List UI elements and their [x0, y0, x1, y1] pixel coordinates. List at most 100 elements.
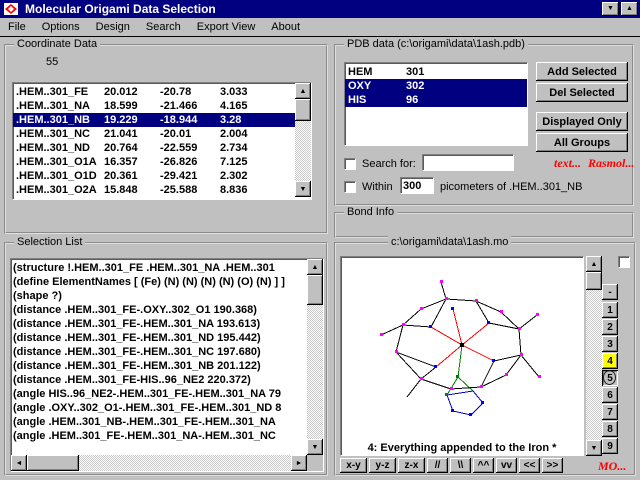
frame-button-9[interactable]: 9: [602, 438, 618, 454]
scroll-thumb[interactable]: [295, 99, 311, 121]
selection-line[interactable]: (structure !.HEM..301_FE .HEM..301_NA .H…: [11, 261, 307, 275]
selection-h-scrollbar[interactable]: ◄ ►: [11, 455, 307, 471]
within-distance-input[interactable]: [400, 177, 434, 194]
title-bar[interactable]: Molecular Origami Data Selection ▼ ▲: [0, 0, 640, 18]
view-yz-button[interactable]: y-z: [369, 458, 396, 473]
app-icon[interactable]: [3, 2, 19, 16]
frame-button-minus[interactable]: -: [602, 284, 618, 300]
circle-mark-icon: [603, 370, 616, 385]
pdb-row-selected[interactable]: OXY302: [345, 79, 527, 93]
coordinate-row[interactable]: .HEM..301_NC21.041-20.012.004: [13, 127, 311, 141]
selection-line[interactable]: (distance .HEM..301_FE-.HEM..301_NB 201.…: [11, 359, 307, 373]
selection-line[interactable]: (distance .HEM..301_FE-HIS..96_NE2 220.3…: [11, 373, 307, 387]
frame-button-6[interactable]: 6: [602, 387, 618, 403]
selection-line[interactable]: (distance .HEM..301_FE-.HEM..301_ND 195.…: [11, 331, 307, 345]
selection-line[interactable]: (angle .HEM..301_NB-.HEM..301_FE-.HEM..3…: [11, 415, 307, 429]
coordinate-row[interactable]: .HEM..301_O1D20.361-29.4212.302: [13, 169, 311, 183]
menu-export-view[interactable]: Export View: [189, 19, 264, 35]
coordinate-row-selected[interactable]: .HEM..301_NB19.229-18.9443.28: [13, 113, 311, 127]
all-groups-button[interactable]: All Groups: [536, 133, 628, 152]
selection-line[interactable]: (distance .HEM..301_FE-.OXY..302_O1 190.…: [11, 303, 307, 317]
scroll-thumb[interactable]: [586, 272, 602, 290]
view-xy-button[interactable]: x-y: [340, 458, 367, 473]
scroll-up-icon[interactable]: ▲: [307, 259, 323, 275]
text-link[interactable]: text...: [554, 156, 581, 171]
scroll-down-icon[interactable]: ▼: [295, 181, 311, 197]
minimize-icon[interactable]: ▼: [602, 2, 619, 16]
coordinate-scrollbar[interactable]: ▲ ▼: [295, 83, 311, 197]
within-label: Within: [362, 181, 393, 193]
scrollbar-corner: [307, 455, 323, 471]
selection-line[interactable]: (angle .OXY..302_O1-.HEM..301_FE-.HEM..3…: [11, 401, 307, 415]
menu-file[interactable]: File: [0, 19, 34, 35]
bond-info-group: Bond Info: [334, 212, 634, 238]
bond-info-title: Bond Info: [344, 206, 397, 218]
coordinate-row[interactable]: .HEM..301_O2A15.848-25.5888.836: [13, 183, 311, 197]
coordinate-data-group: Coordinate Data 55 .HEM..301_FE20.012-20…: [4, 44, 328, 234]
search-input[interactable]: [422, 154, 514, 171]
selection-line[interactable]: (distance .HEM..301_FE-.HEM..301_NA 193.…: [11, 317, 307, 331]
scroll-down-icon[interactable]: ▼: [307, 439, 323, 455]
scroll-left-icon[interactable]: ◄: [11, 455, 27, 471]
search-for-checkbox[interactable]: [344, 158, 356, 170]
coordinate-listbox[interactable]: .HEM..301_FE20.012-20.783.033 .HEM..301_…: [12, 82, 312, 200]
scroll-up-icon[interactable]: ▲: [586, 256, 602, 272]
frame-button-5-circled[interactable]: 5: [602, 370, 618, 386]
view-zx-button[interactable]: z-x: [398, 458, 425, 473]
menu-search[interactable]: Search: [138, 19, 189, 35]
viewer-scrollbar[interactable]: ▲ ▼: [586, 256, 602, 456]
coordinate-count: 55: [46, 56, 58, 68]
coordinate-row[interactable]: .HEM..301_NA18.599-21.4664.165: [13, 99, 311, 113]
selection-lines[interactable]: (structure !.HEM..301_FE .HEM..301_NA .H…: [11, 261, 307, 455]
add-selected-button[interactable]: Add Selected: [536, 62, 628, 81]
coordinate-data-title: Coordinate Data: [14, 38, 100, 50]
window-title: Molecular Origami Data Selection: [25, 2, 602, 16]
selection-listbox[interactable]: (structure !.HEM..301_FE .HEM..301_NA .H…: [10, 258, 324, 472]
selection-line[interactable]: (distance .HEM..301_FE-.HEM..301_NC 197.…: [11, 345, 307, 359]
within-checkbox[interactable]: [344, 181, 356, 193]
coordinate-row[interactable]: .HEM..301_O1A16.357-26.8267.125: [13, 155, 311, 169]
scroll-down-icon[interactable]: ▼: [586, 440, 602, 456]
menu-design[interactable]: Design: [88, 19, 138, 35]
frame-button-3[interactable]: 3: [602, 336, 618, 352]
origami-icon: [4, 3, 18, 15]
molecule-canvas[interactable]: 4: Everything appended to the Iron *: [340, 256, 584, 456]
pdb-listbox[interactable]: HEM301 OXY302 HIS96: [344, 62, 528, 146]
molecule-viewer-group: c:\origami\data\1ash.mo: [334, 242, 636, 476]
pdb-row-selected[interactable]: HIS96: [345, 93, 527, 107]
maximize-icon[interactable]: ▲: [621, 2, 638, 16]
frame-button-8[interactable]: 8: [602, 421, 618, 437]
menu-options[interactable]: Options: [34, 19, 88, 35]
del-selected-button[interactable]: Del Selected: [536, 83, 628, 102]
pan-left-button[interactable]: <<: [519, 458, 540, 473]
menu-bar: File Options Design Search Export View A…: [0, 18, 640, 37]
frame-button-4-active[interactable]: 4: [602, 353, 618, 369]
tilt-up-button[interactable]: ^^: [473, 458, 494, 473]
coordinate-row[interactable]: .HEM..301_FE20.012-20.783.033: [13, 85, 311, 99]
pan-right-button[interactable]: >>: [542, 458, 563, 473]
scroll-thumb[interactable]: [307, 275, 323, 305]
viewer-checkbox[interactable]: [618, 256, 630, 268]
coordinate-row[interactable]: .HEM..301_ND20.764-22.5592.734: [13, 141, 311, 155]
scroll-up-icon[interactable]: ▲: [295, 83, 311, 99]
menu-about[interactable]: About: [263, 19, 308, 35]
frame-button-2[interactable]: 2: [602, 319, 618, 335]
frame-button-1[interactable]: 1: [602, 302, 618, 318]
search-for-label: Search for:: [362, 158, 416, 170]
scroll-right-icon[interactable]: ►: [291, 455, 307, 471]
rasmol-link[interactable]: Rasmol...: [588, 156, 634, 171]
rotate-cw-button[interactable]: //: [427, 458, 448, 473]
selection-line[interactable]: (shape ?): [11, 289, 307, 303]
tilt-down-button[interactable]: vv: [496, 458, 517, 473]
frame-caption: 4: Everything appended to the Iron *: [341, 442, 583, 454]
pdb-row[interactable]: HEM301: [345, 65, 527, 79]
scroll-thumb[interactable]: [27, 455, 79, 471]
selection-v-scrollbar[interactable]: ▲ ▼: [307, 259, 323, 455]
selection-line[interactable]: (angle .HEM..301_FE-.HEM..301_NA-.HEM..3…: [11, 429, 307, 443]
mo-link[interactable]: MO...: [598, 459, 626, 474]
rotate-ccw-button[interactable]: \\: [450, 458, 471, 473]
selection-line[interactable]: (angle HIS..96_NE2-.HEM..301_FE-.HEM..30…: [11, 387, 307, 401]
selection-line[interactable]: (define ElementNames [ (Fe) (N) (N) (N) …: [11, 275, 307, 289]
frame-button-7[interactable]: 7: [602, 404, 618, 420]
displayed-only-button[interactable]: Displayed Only: [536, 112, 628, 131]
